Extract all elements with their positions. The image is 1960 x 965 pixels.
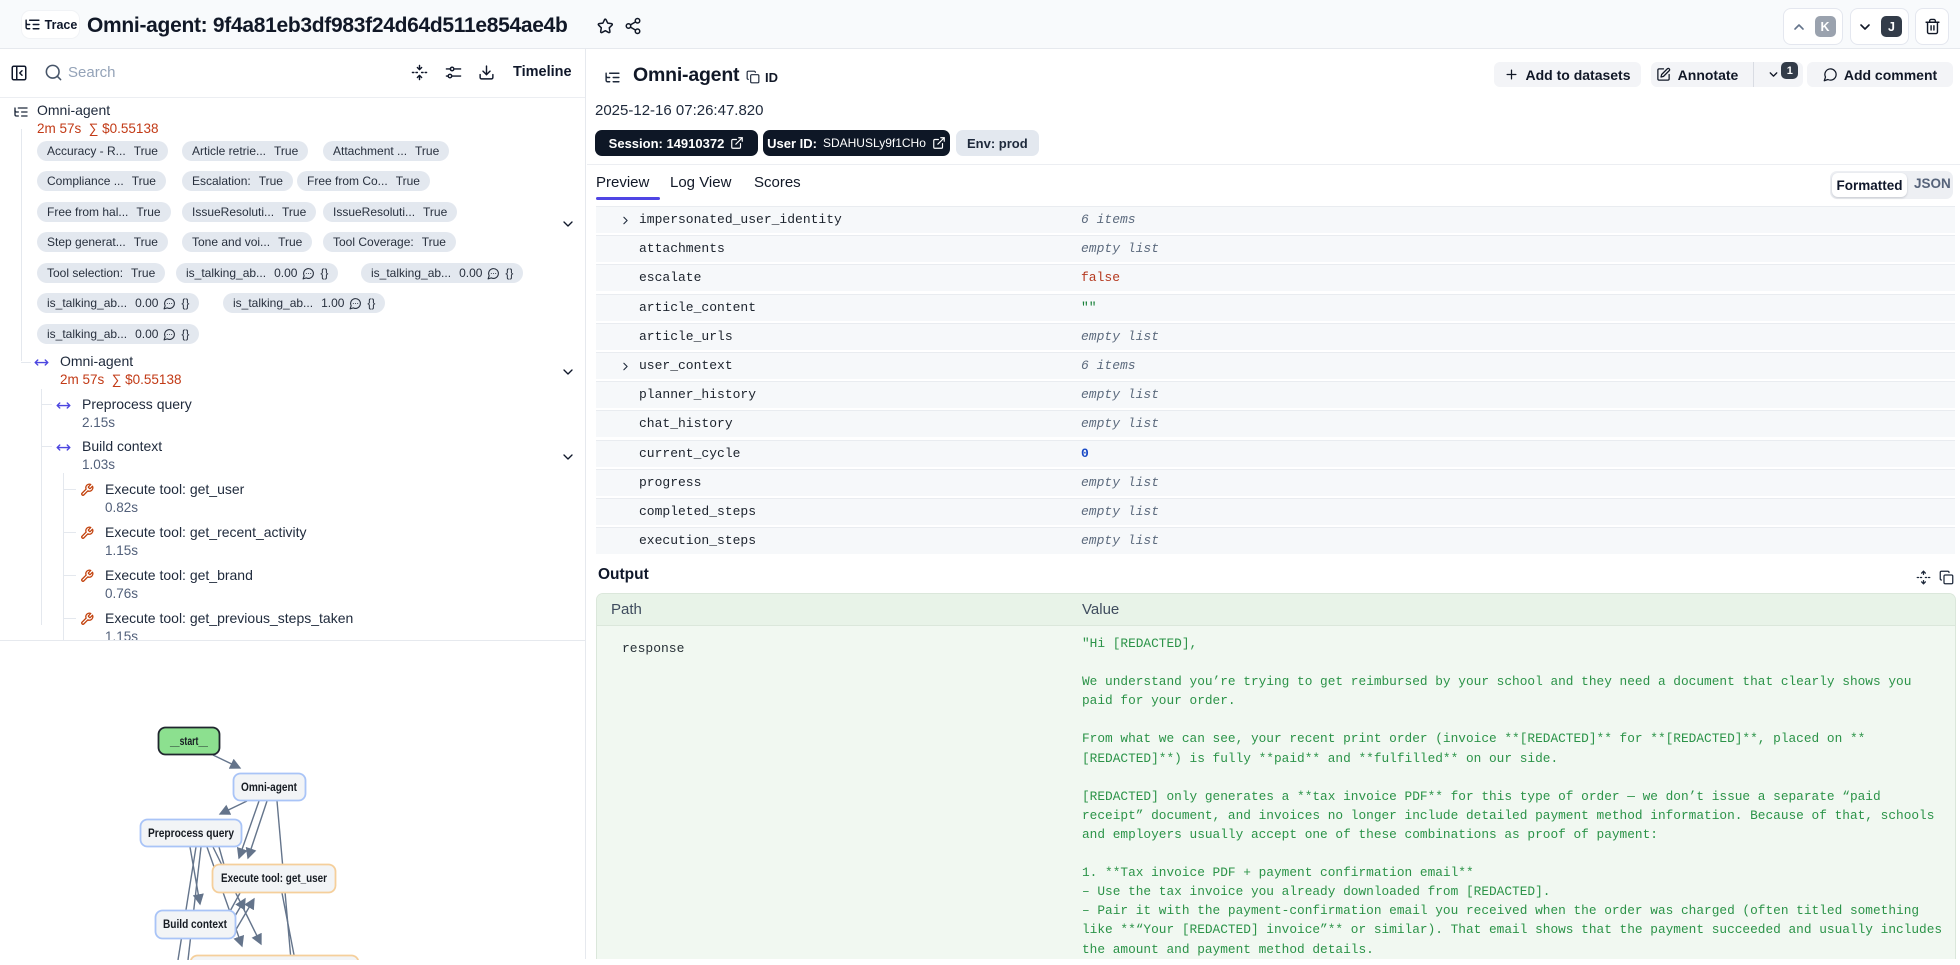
svg-text:Preprocess query: Preprocess query [148,828,235,840]
svg-text:Omni-agent: Omni-agent [241,782,297,794]
svg-text:Build context: Build context [163,919,227,931]
svg-text:Execute tool: get_user: Execute tool: get_user [221,873,327,885]
svg-text:__start__: __start__ [169,736,208,748]
